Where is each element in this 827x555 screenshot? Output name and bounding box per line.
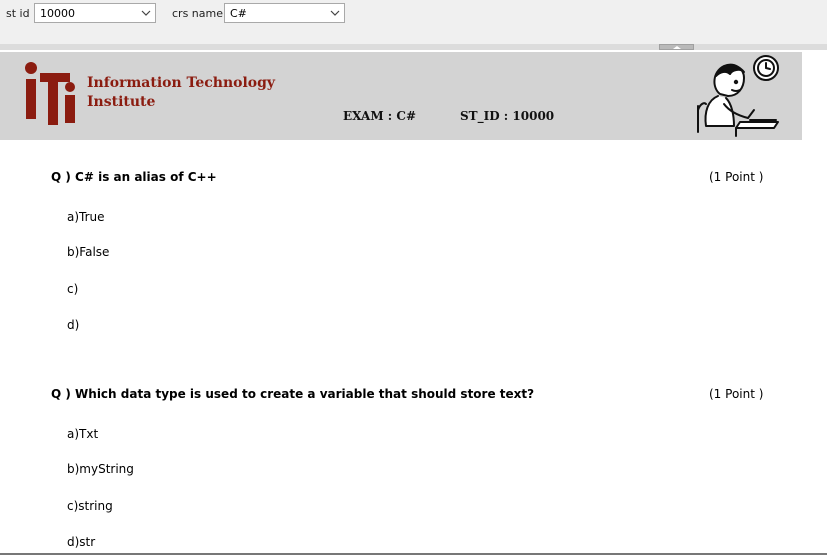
report-header: iTi Information Technology Institute EXA… xyxy=(0,52,802,140)
crs-name-select[interactable]: C# xyxy=(224,3,345,23)
student-id-label: ST_ID : 10000 xyxy=(460,109,555,123)
st-id-label: st id xyxy=(6,7,30,20)
crs-name-label: crs name xyxy=(172,7,223,20)
chevron-down-icon xyxy=(330,10,340,16)
choice-d: d) xyxy=(67,318,80,332)
question-text: Q ) Which data type is used to create a … xyxy=(51,387,535,401)
institute-name: Information Technology Institute xyxy=(87,74,275,112)
chevron-down-icon xyxy=(141,10,151,16)
iti-logo: iTi xyxy=(25,62,75,125)
collapse-parameters-button[interactable] xyxy=(659,44,694,50)
st-id-select[interactable]: 10000 xyxy=(34,3,156,23)
institute-name-line2: Institute xyxy=(87,94,156,110)
choice-c: c) xyxy=(67,282,79,296)
crs-name-value: C# xyxy=(230,7,247,20)
choice-a: a)True xyxy=(67,210,105,224)
institute-name-line1: Information Technology xyxy=(87,75,276,91)
question-points: (1 Point ) xyxy=(709,170,764,184)
parameter-bar: st id 10000 crs name C# xyxy=(0,0,827,44)
parameter-splitter xyxy=(0,44,827,50)
st-id-value: 10000 xyxy=(40,7,75,20)
question-points: (1 Point ) xyxy=(709,387,764,401)
exam-label: EXAM : C# xyxy=(343,109,417,123)
chevron-up-icon xyxy=(673,46,681,49)
choice-d: d)str xyxy=(67,535,96,549)
student-writing-illustration xyxy=(697,55,779,137)
choice-c: c)string xyxy=(67,499,113,513)
choice-b: b)myString xyxy=(67,462,134,476)
choice-b: b)False xyxy=(67,245,110,259)
choice-a: a)Txt xyxy=(67,427,99,441)
question-text: Q ) C# is an alias of C++ xyxy=(51,170,217,184)
